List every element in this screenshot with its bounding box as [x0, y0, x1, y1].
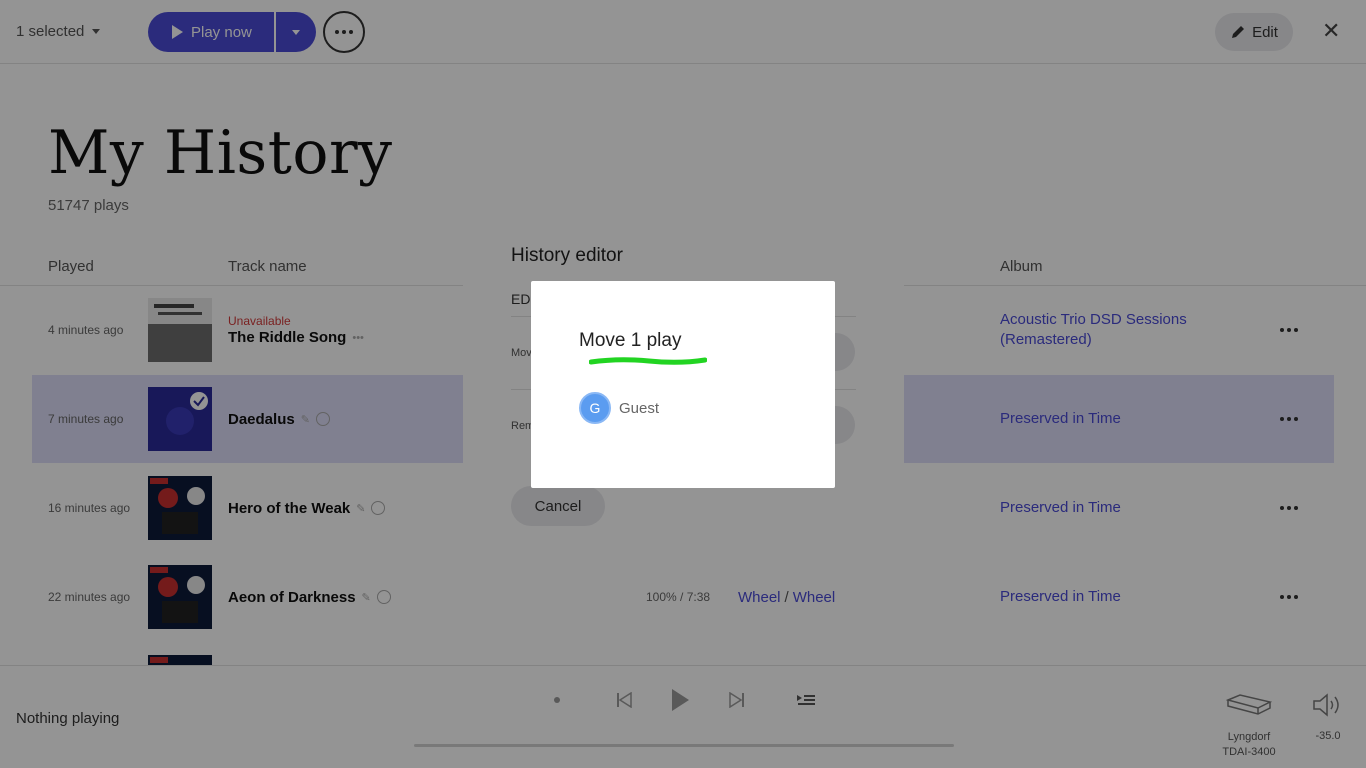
profile-option-guest[interactable]: G Guest: [579, 392, 659, 424]
profile-name: Guest: [619, 399, 660, 417]
move-play-dialog: Move 1 play G Guest: [531, 281, 835, 488]
avatar: G: [579, 392, 611, 424]
highlight-annotation: [589, 357, 707, 365]
dialog-title: Move 1 play: [579, 330, 682, 351]
